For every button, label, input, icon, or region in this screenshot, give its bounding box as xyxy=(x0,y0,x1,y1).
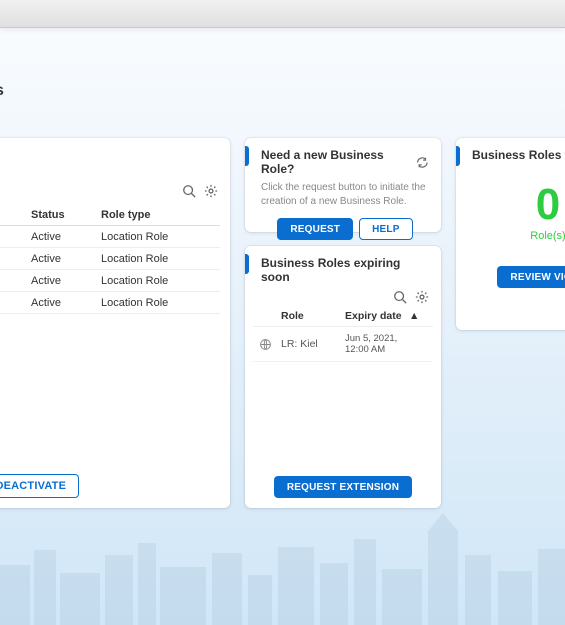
column-role[interactable]: Role xyxy=(281,310,345,322)
help-button[interactable]: HELP xyxy=(359,218,412,240)
gear-icon[interactable] xyxy=(415,290,429,304)
cell-role-type: Location Role xyxy=(101,231,220,243)
cell-role: LR: Kiel xyxy=(281,338,345,350)
table-row[interactable]: Active Location Role xyxy=(0,226,220,248)
request-role-card: Need a new Business Role? Click the requ… xyxy=(245,138,441,232)
card-subtitle: Click the request button to initiate the… xyxy=(261,181,429,208)
gear-icon[interactable] xyxy=(204,184,218,198)
card-accent xyxy=(245,146,249,166)
table-row[interactable]: Active Location Role xyxy=(0,248,220,270)
cell-status: Active xyxy=(31,297,101,309)
sod-count: 0 xyxy=(472,180,565,230)
card-title: Need a new Business Role? xyxy=(261,148,416,176)
table-header[interactable]: ▲ Status Role type xyxy=(0,204,220,226)
card-title: Business Roles with SoD xyxy=(472,148,565,162)
table-row[interactable]: LR: Kiel Jun 5, 2021, 12:00 AM xyxy=(253,327,433,362)
my-roles-card: ▲ Status Role type Active Location Role … xyxy=(0,138,230,508)
cell-status: Active xyxy=(31,253,101,265)
column-expiry[interactable]: Expiry date xyxy=(345,310,409,322)
expiring-roles-card: Business Roles expiring soon Role Expiry… xyxy=(245,246,441,508)
roles-table: ▲ Status Role type Active Location Role … xyxy=(0,204,220,314)
search-icon[interactable] xyxy=(393,290,407,304)
sod-count-label: Role(s) xyxy=(472,230,565,242)
card-accent xyxy=(456,146,460,166)
refresh-icon[interactable] xyxy=(416,156,429,169)
sort-indicator[interactable]: ▲ xyxy=(409,310,423,322)
column-role-type[interactable]: Role type xyxy=(101,209,220,221)
review-violations-button[interactable]: REVIEW VIOLA xyxy=(497,266,565,288)
cell-expiry: Jun 5, 2021, 12:00 AM xyxy=(345,333,409,355)
card-title: Business Roles expiring soon xyxy=(261,256,429,284)
table-header[interactable]: Role Expiry date ▲ xyxy=(253,306,433,327)
cell-status: Active xyxy=(31,275,101,287)
table-row[interactable]: Active Location Role xyxy=(0,292,220,314)
skyline-decoration xyxy=(0,495,565,625)
location-icon xyxy=(259,338,272,351)
cell-role-type: Location Role xyxy=(101,253,220,265)
app-top-bar xyxy=(0,0,565,28)
request-button[interactable]: REQUEST xyxy=(277,218,353,240)
page-title: s xyxy=(0,82,4,100)
table-row[interactable]: Active Location Role xyxy=(0,270,220,292)
cell-role-type: Location Role xyxy=(101,297,220,309)
card-accent xyxy=(245,254,249,274)
cell-role-type: Location Role xyxy=(101,275,220,287)
sod-card: Business Roles with SoD 0 Role(s) REVIEW… xyxy=(456,138,565,330)
search-icon[interactable] xyxy=(182,184,196,198)
column-status[interactable]: Status xyxy=(31,209,101,221)
cell-status: Active xyxy=(31,231,101,243)
